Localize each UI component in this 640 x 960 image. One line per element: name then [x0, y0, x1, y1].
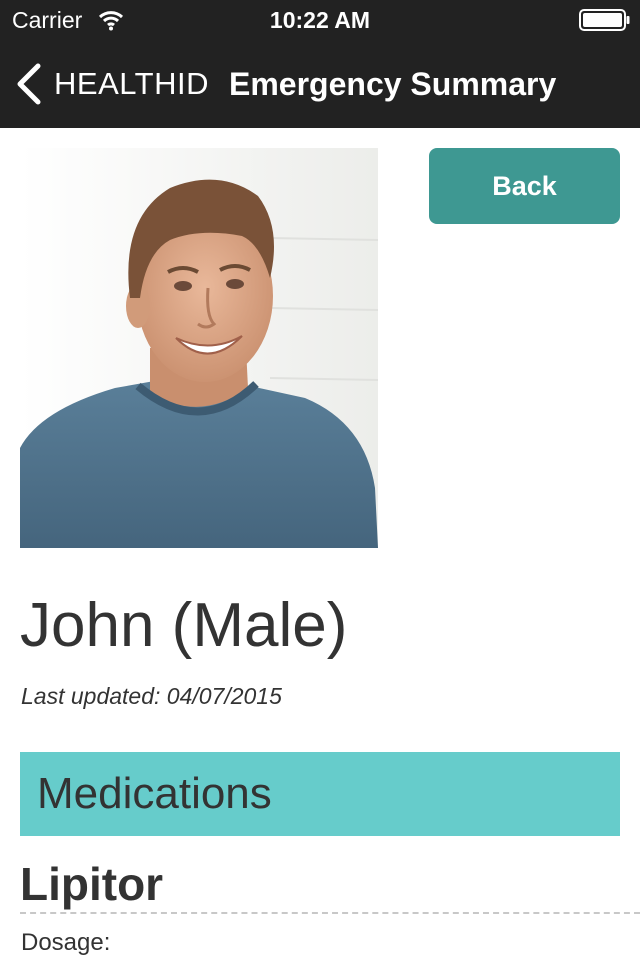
dosage-label: Dosage:: [21, 929, 111, 956]
last-updated-label: Last updated: 04/07/2015: [21, 683, 282, 709]
patient-photo: [20, 148, 378, 548]
medication-name: Lipitor: [20, 858, 164, 910]
divider: [20, 912, 640, 914]
back-button[interactable]: Back: [429, 148, 620, 224]
chevron-left-icon: [14, 62, 42, 106]
medications-section-title: Medications: [37, 769, 272, 818]
emergency-summary-screen: Carrier 10:22 AM HEALTHID Emergency Summ…: [0, 0, 640, 960]
nav-back-button[interactable]: HEALTHID: [14, 60, 209, 108]
status-time: 10:22 AM: [269, 7, 371, 33]
medications-section-header: Medications: [20, 752, 620, 836]
battery-full-icon: [579, 9, 631, 31]
patient-name: John (Male): [20, 591, 348, 660]
nav-title: Emergency Summary: [229, 66, 557, 102]
navigation-bar: HEALTHID Emergency Summary: [0, 40, 640, 128]
nav-back-label: HEALTHID: [54, 66, 210, 101]
status-bar: Carrier 10:22 AM: [0, 0, 640, 40]
